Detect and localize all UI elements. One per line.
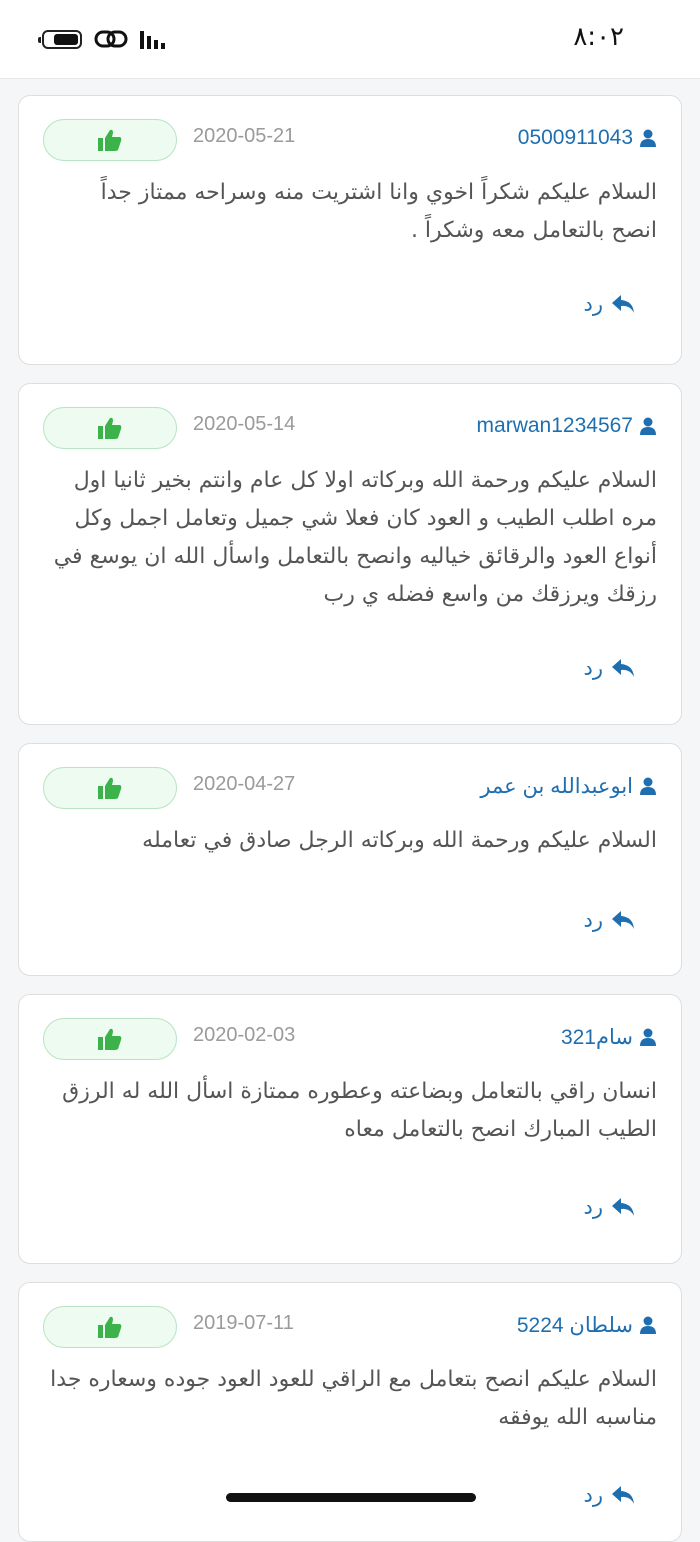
reply-label: رد [583, 908, 604, 932]
username: ابوعبدالله بن عمر [480, 774, 633, 798]
reply-button[interactable]: رد [584, 1195, 636, 1219]
thumbs-up-icon [98, 417, 122, 439]
review-card: 2020-02-03 سام321 انسان راقي بالتعامل وب… [18, 994, 682, 1264]
home-indicator[interactable] [226, 1493, 476, 1502]
thumbs-up-icon [98, 1028, 122, 1050]
status-bar: ٨:٠٢ [0, 0, 700, 79]
like-button[interactable] [43, 1018, 177, 1060]
review-date: 2020-05-14 [193, 413, 296, 435]
reply-icon [612, 1198, 634, 1216]
username: سام321 [560, 1025, 633, 1049]
review-text: انسان راقي بالتعامل وبضاعته وعطوره ممتاز… [62, 1079, 657, 1142]
reply-icon [612, 295, 634, 313]
review-text: السلام عليكم ورحمة الله وبركاته اولا كل … [53, 468, 657, 607]
review-author[interactable]: ابوعبدالله بن عمر [480, 770, 657, 802]
thumbs-up-icon [98, 129, 122, 151]
reply-label: رد [583, 656, 604, 680]
like-button[interactable] [43, 407, 177, 449]
review-date: 2020-05-21 [193, 125, 296, 147]
review-card: 2020-05-21 0500911043 السلام عليكم شكراً… [18, 95, 682, 365]
review-author[interactable]: marwan1234567 [477, 410, 657, 442]
review-author[interactable]: سلطان 5224 [517, 1309, 657, 1341]
review-author[interactable]: 0500911043 [518, 122, 657, 154]
like-button[interactable] [43, 119, 177, 161]
review-text: السلام عليكم ورحمة الله وبركاته الرجل صا… [142, 828, 657, 853]
username: 0500911043 [517, 126, 633, 149]
review-card: 2020-05-14 marwan1234567 السلام عليكم ور… [18, 383, 682, 725]
review-date: 2019-07-11 [193, 1312, 294, 1334]
reply-label: رد [583, 1195, 604, 1219]
review-card: 2019-07-11 سلطان 5224 السلام عليكم انصح … [18, 1282, 682, 1542]
user-icon [640, 129, 656, 147]
review-card: 2020-04-27 ابوعبدالله بن عمر السلام عليك… [18, 743, 682, 976]
battery-icon [38, 30, 82, 49]
status-time: ٨:٠٢ [573, 22, 624, 52]
thumbs-up-icon [98, 1316, 122, 1338]
review-text: السلام عليكم شكراً اخوي وانا اشتريت منه … [100, 180, 657, 243]
reply-icon [612, 911, 634, 929]
reply-icon [612, 1486, 634, 1504]
review-text: السلام عليكم انصح بتعامل مع الراقي للعود… [50, 1367, 657, 1430]
user-icon [640, 777, 656, 795]
reply-button[interactable]: رد [584, 656, 636, 680]
user-icon [640, 417, 656, 435]
link-icon [94, 30, 128, 48]
thumbs-up-icon [98, 777, 122, 799]
review-author[interactable]: سام321 [561, 1021, 657, 1053]
like-button[interactable] [43, 767, 177, 809]
reply-button[interactable]: رد [584, 1483, 636, 1507]
reply-button[interactable]: رد [584, 292, 636, 316]
reply-label: رد [583, 1483, 604, 1507]
user-icon [640, 1316, 656, 1334]
reply-icon [612, 659, 634, 677]
signal-icon [140, 31, 165, 49]
review-date: 2020-02-03 [193, 1024, 296, 1046]
like-button[interactable] [43, 1306, 177, 1348]
review-date: 2020-04-27 [193, 773, 296, 795]
reply-label: رد [583, 292, 604, 316]
reply-button[interactable]: رد [584, 908, 636, 932]
username: سلطان 5224 [516, 1313, 633, 1337]
username: marwan1234567 [476, 414, 633, 437]
user-icon [640, 1028, 656, 1046]
